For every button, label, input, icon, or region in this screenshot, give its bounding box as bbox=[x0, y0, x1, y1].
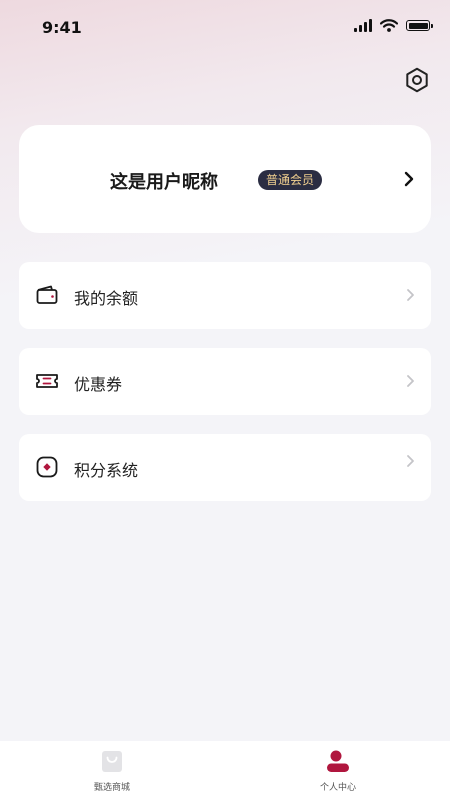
chevron-right-icon bbox=[407, 375, 414, 387]
menu-label-balance: 我的余额 bbox=[74, 289, 139, 308]
chevron-right-icon bbox=[407, 455, 414, 467]
menu-item-coupon[interactable]: 优惠券 bbox=[19, 348, 431, 415]
user-icon bbox=[327, 750, 349, 772]
menu-item-balance[interactable]: 我的余额 bbox=[19, 262, 431, 329]
user-nickname: 这是用户昵称 bbox=[110, 172, 218, 193]
cellular-signal-icon bbox=[354, 19, 372, 32]
status-time: 9:41 bbox=[42, 18, 82, 37]
bottom-tab-bar: 甄选商城 个人中心 bbox=[0, 741, 450, 800]
tab-label-mall: 甄选商城 bbox=[93, 783, 130, 793]
chevron-right-icon bbox=[407, 289, 414, 301]
shopping-bag-icon bbox=[102, 751, 122, 772]
settings-hexagon-icon bbox=[406, 67, 428, 93]
points-icon bbox=[36, 456, 58, 478]
status-icons bbox=[354, 19, 433, 32]
member-level-badge: 普通会员 bbox=[258, 170, 323, 190]
tab-mall[interactable]: 甄选商城 bbox=[52, 741, 172, 800]
chevron-right-icon bbox=[404, 171, 414, 187]
menu-item-points[interactable]: 积分系统 bbox=[19, 434, 431, 501]
profile-card[interactable]: 这是用户昵称 普通会员 bbox=[19, 125, 431, 233]
coupon-icon bbox=[36, 374, 58, 388]
menu-label-points: 积分系统 bbox=[74, 461, 139, 480]
wifi-icon bbox=[380, 19, 398, 32]
wallet-icon bbox=[36, 285, 58, 304]
battery-icon bbox=[406, 20, 433, 31]
settings-button[interactable] bbox=[404, 67, 430, 93]
status-bar: 9:41 bbox=[0, 0, 450, 56]
tab-profile[interactable]: 个人中心 bbox=[278, 741, 398, 800]
menu-label-coupon: 优惠券 bbox=[74, 375, 123, 394]
tab-label-profile: 个人中心 bbox=[319, 783, 356, 793]
